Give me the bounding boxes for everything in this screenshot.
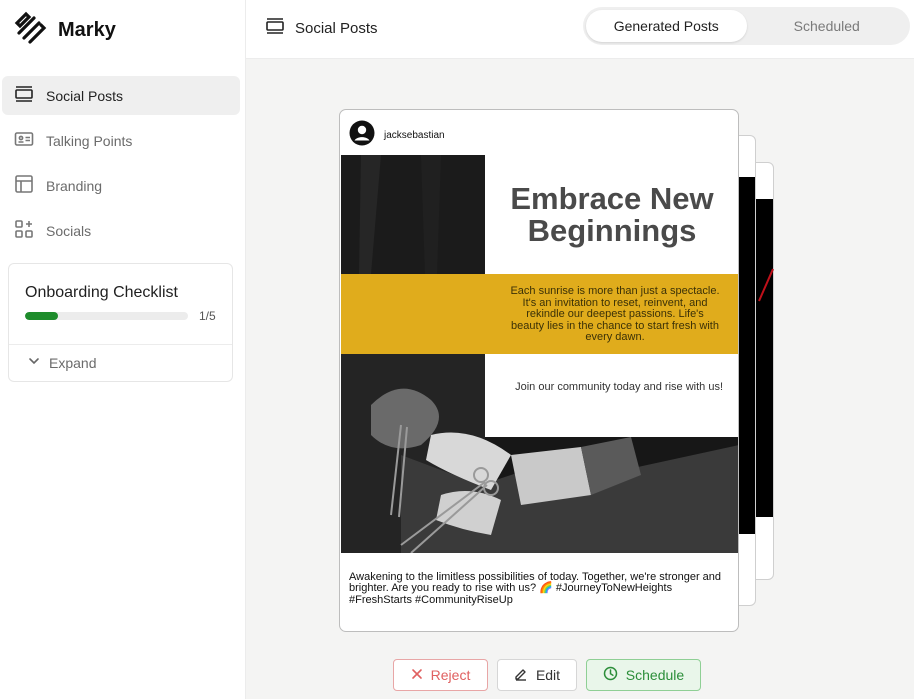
post-band-text: Each sunrise is more than just a spectac…	[510, 285, 720, 343]
sidebar-item-label: Talking Points	[46, 132, 133, 149]
cta-panel	[485, 354, 738, 437]
social-posts-icon	[14, 84, 34, 107]
sidebar-item-label: Social Posts	[46, 87, 124, 104]
post-caption: Awakening to the limitless possibilities…	[349, 571, 722, 606]
checklist-progress-fill	[25, 312, 58, 320]
edit-button[interactable]: Edit	[497, 659, 577, 691]
post-image: Embrace New Beginnings Each sunrise is m…	[341, 155, 738, 553]
sidebar-item-label: Branding	[46, 177, 103, 194]
sidebar-item-branding[interactable]: Branding	[2, 166, 240, 205]
tab-scheduled[interactable]: Scheduled	[747, 10, 908, 42]
post-username: jacksebastian	[384, 130, 445, 141]
post-preview-card[interactable]: jacksebastian Embrace New Beginnings Eac…	[339, 109, 739, 632]
talking-points-icon	[14, 129, 34, 152]
post-image-accent	[758, 268, 774, 302]
edit-label: Edit	[535, 667, 561, 683]
sidebar-item-label: Socials	[46, 222, 92, 239]
sidebar: Marky Social Posts Talking Points Brandi…	[0, 0, 246, 699]
checklist-title: Onboarding Checklist	[25, 284, 178, 301]
social-posts-icon	[265, 16, 285, 40]
sidebar-item-talking-points[interactable]: Talking Points	[2, 121, 240, 160]
checklist-expand-button[interactable]: Expand	[27, 354, 96, 371]
post-view-toggle: Generated Posts Scheduled	[583, 7, 910, 45]
post-header: jacksebastian	[349, 120, 445, 151]
post-headline: Embrace New Beginnings	[510, 181, 714, 248]
brand[interactable]: Marky	[14, 11, 116, 50]
page-title: Social Posts	[265, 16, 378, 40]
tab-generated-posts[interactable]: Generated Posts	[586, 10, 747, 42]
reject-label: Reject	[430, 667, 471, 683]
sidebar-item-socials[interactable]: Socials	[2, 211, 240, 250]
chevron-down-icon	[27, 354, 41, 371]
branding-layout-icon	[14, 174, 34, 197]
schedule-button[interactable]: Schedule	[586, 659, 701, 691]
page-title-text: Social Posts	[295, 19, 378, 37]
socials-grid-plus-icon	[14, 219, 34, 242]
yellow-band-overlay	[341, 274, 485, 354]
schedule-label: Schedule	[625, 667, 685, 683]
checklist-count: 1/5	[199, 309, 216, 323]
sidebar-nav: Social Posts Talking Points Branding Soc…	[2, 76, 240, 256]
sidebar-item-social-posts[interactable]: Social Posts	[2, 76, 240, 115]
checklist-progress-bar	[25, 312, 188, 320]
post-image-edge	[737, 177, 755, 534]
clock-icon	[603, 666, 618, 684]
marky-logo-icon	[14, 11, 48, 50]
post-cta-text: Join our community today and rise with u…	[515, 381, 723, 393]
onboarding-checklist: Onboarding Checklist 1/5 Expand	[8, 263, 233, 382]
pencil-icon	[514, 667, 528, 684]
reject-button[interactable]: Reject	[393, 659, 488, 691]
divider	[9, 344, 232, 345]
expand-label: Expand	[49, 354, 97, 371]
brand-name: Marky	[58, 18, 116, 41]
avatar-icon	[349, 120, 375, 151]
top-header: Social Posts Generated Posts Scheduled	[246, 0, 914, 59]
close-icon	[411, 667, 423, 683]
